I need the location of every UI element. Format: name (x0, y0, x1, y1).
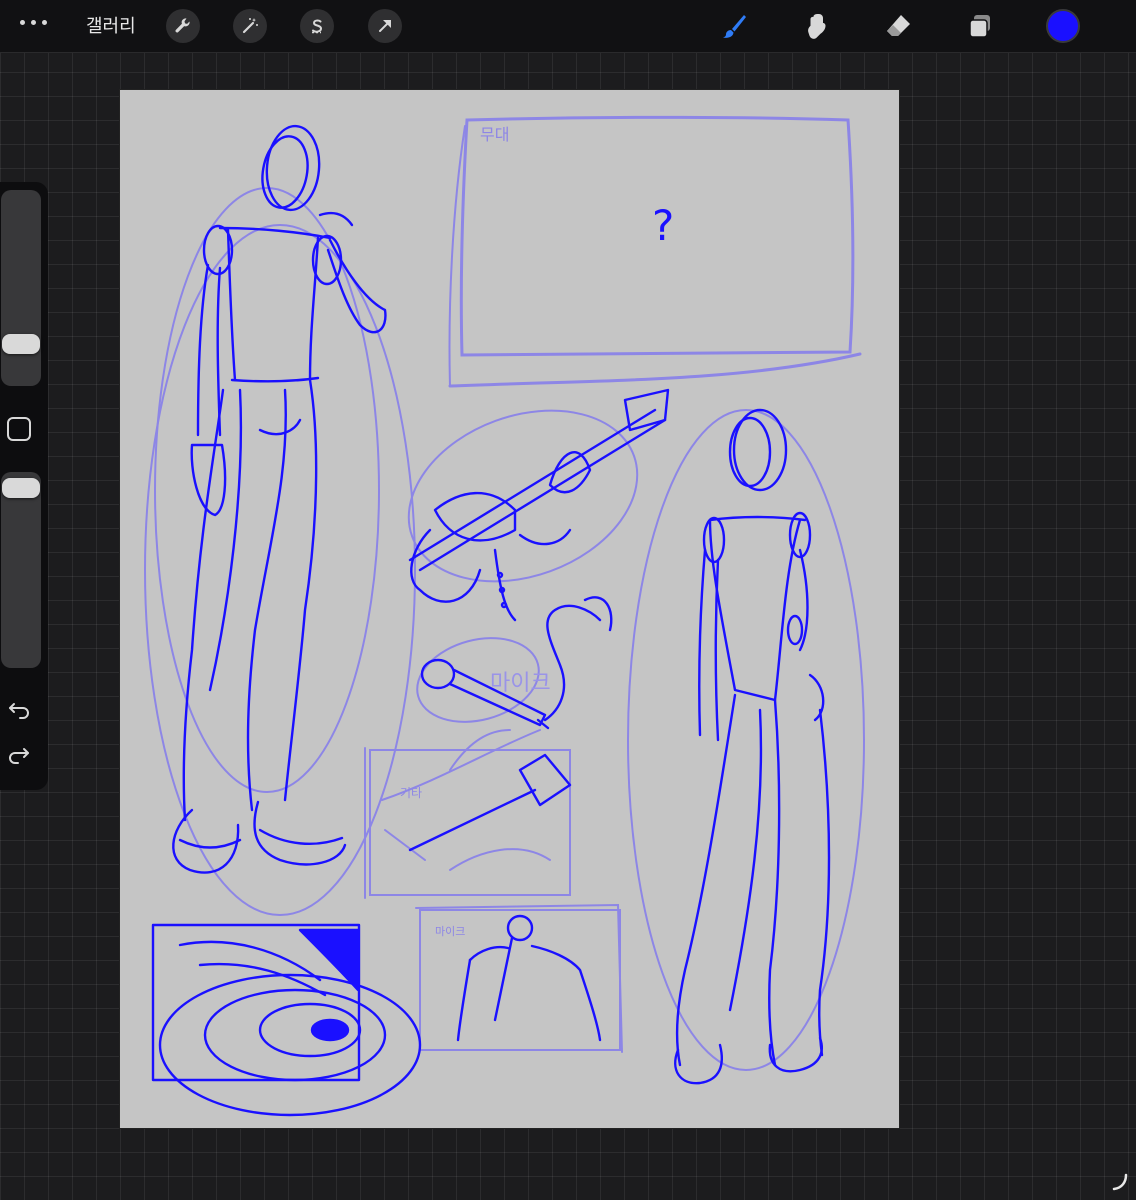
selection-s-icon (312, 19, 323, 34)
question-mark: ? (652, 201, 674, 250)
opacity-slider[interactable] (1, 472, 41, 668)
mic-panel-label: 마이크 (435, 925, 465, 938)
gallery-button[interactable]: 갤러리 (86, 12, 136, 38)
wrench-icon (175, 18, 190, 33)
smudge-tool-button[interactable] (798, 8, 834, 44)
opacity-thumb[interactable] (2, 478, 40, 498)
redo-icon (9, 748, 29, 764)
undo-button[interactable] (4, 694, 34, 724)
sketch-artwork: 기타 마이크 무대 마이크 ? (144, 115, 865, 1117)
dot-icon (42, 20, 47, 25)
color-picker-button[interactable] (1046, 9, 1080, 43)
stage-label: 무대 (480, 125, 509, 144)
guitar-panel-label: 기타 (400, 786, 422, 800)
transform-button[interactable] (368, 9, 402, 43)
undo-icon (9, 703, 29, 719)
top-toolbar: 갤러리 (0, 0, 1136, 53)
layers-button[interactable] (962, 8, 998, 44)
transform-arrow-icon (379, 20, 391, 32)
ink-sketch-layer: ? (151, 124, 831, 1117)
layers-icon (969, 15, 990, 38)
brush-tool-button[interactable] (716, 8, 752, 44)
modify-button[interactable] (4, 414, 34, 444)
brush-icon (723, 15, 746, 38)
smudge-icon (808, 14, 826, 39)
resize-corner-icon (1112, 1173, 1128, 1191)
eraser-tool-button[interactable] (880, 8, 916, 44)
actions-wrench-button[interactable] (166, 9, 200, 43)
magic-wand-icon (242, 18, 258, 34)
adjustments-button[interactable] (233, 9, 267, 43)
actions-menu-button[interactable] (20, 20, 47, 25)
redo-button[interactable] (4, 743, 34, 773)
left-sidebar (0, 182, 48, 790)
brush-size-thumb[interactable] (2, 334, 40, 354)
eraser-icon (887, 15, 910, 36)
drawing-canvas[interactable]: 기타 마이크 무대 마이크 ? (120, 90, 899, 1128)
brush-size-slider[interactable] (1, 190, 41, 386)
dot-icon (31, 20, 36, 25)
dot-icon (20, 20, 25, 25)
rough-sketch-layer: 기타 마이크 무대 마이크 (144, 115, 865, 1071)
selection-button[interactable] (300, 9, 334, 43)
square-icon (7, 417, 31, 441)
